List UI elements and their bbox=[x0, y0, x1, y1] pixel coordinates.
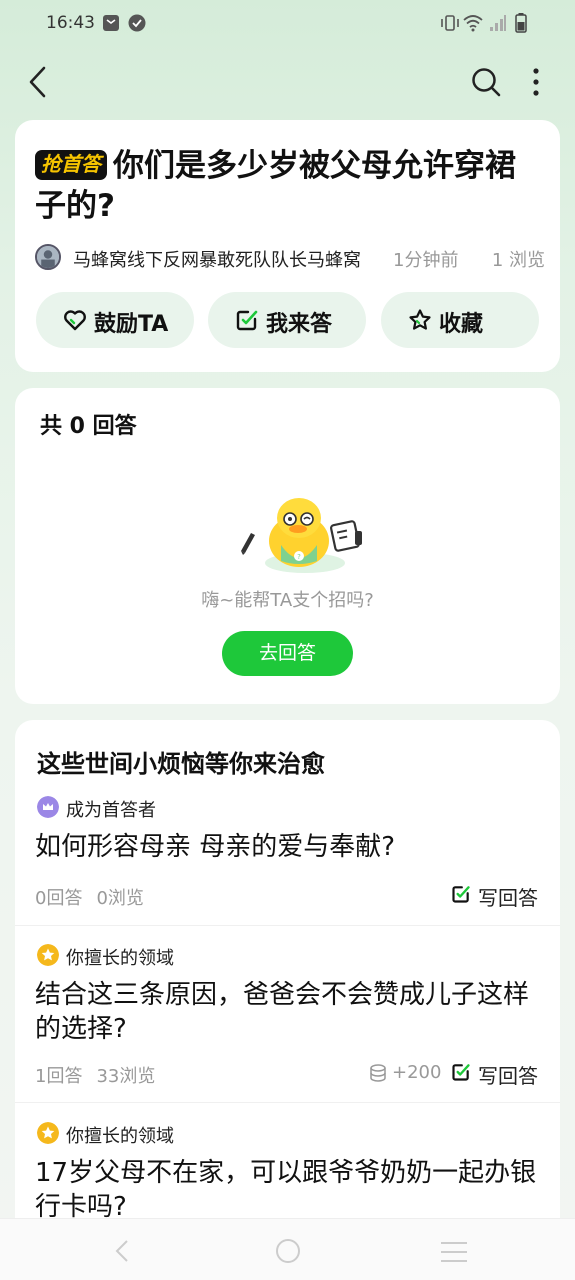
encourage-label: 鼓励TA bbox=[94, 312, 169, 337]
list-item[interactable]: 你擅长的领域 结合这三条原因，爸爸会不会赞成儿子这样的选择? 1回答 33浏览 +… bbox=[15, 944, 560, 1104]
vibrate-icon bbox=[441, 15, 459, 31]
system-menu-icon[interactable] bbox=[440, 1241, 468, 1263]
svg-text:?: ? bbox=[297, 553, 301, 561]
recommend-title: 这些世间小烦恼等你来治愈 bbox=[37, 750, 325, 778]
view-count: 1 浏览 bbox=[491, 250, 545, 271]
system-home-icon[interactable] bbox=[275, 1238, 301, 1264]
signal-icon bbox=[490, 15, 506, 31]
item-question[interactable]: 结合这三条原因，爸爸会不会赞成儿子这样的选择? bbox=[35, 978, 540, 1046]
first-answer-badge: 抢首答 bbox=[35, 150, 107, 180]
star-badge-icon bbox=[37, 1122, 59, 1144]
favorite-label: 收藏 bbox=[439, 312, 484, 337]
check-badge-icon bbox=[128, 14, 146, 32]
write-answer-button[interactable]: 写回答 bbox=[451, 882, 538, 910]
answer-count: 共 0 回答 bbox=[40, 414, 137, 439]
author-name[interactable]: 马蜂窝线下反网暴敢死队队长马蜂窝 bbox=[73, 246, 361, 272]
divider bbox=[15, 925, 560, 926]
notification-icon bbox=[103, 15, 119, 31]
item-stats: 1回答 33浏览 bbox=[35, 1066, 156, 1087]
answer-hint: 嗨~能帮TA支个招吗? bbox=[201, 590, 374, 611]
status-time: 16:43 bbox=[46, 13, 95, 33]
answer-label: 我来答 bbox=[266, 312, 333, 337]
heart-icon bbox=[64, 310, 86, 331]
wifi-icon bbox=[463, 15, 483, 32]
back-icon[interactable] bbox=[24, 64, 54, 100]
star-badge-icon bbox=[37, 944, 59, 966]
duck-mascot-icon: ? bbox=[241, 498, 362, 573]
go-answer-button[interactable]: 去回答 bbox=[222, 631, 353, 676]
top-nav bbox=[0, 56, 575, 112]
edit-icon bbox=[236, 310, 258, 331]
recommend-card: 这些世间小烦恼等你来治愈 成为首答者 如何形容母亲 母亲的爱与奉献? 0回答 0浏… bbox=[15, 720, 560, 1222]
item-question[interactable]: 如何形容母亲 母亲的爱与奉献? bbox=[35, 830, 540, 864]
list-item[interactable]: 你擅长的领域 17岁父母不在家，可以跟爷爷奶奶一起办银行卡吗? bbox=[15, 1122, 560, 1222]
status-bar: 16:43 bbox=[0, 0, 575, 46]
answers-card: 共 0 回答 ? 嗨~能帮TA支个招吗? 去回答 bbox=[15, 388, 560, 704]
battery-icon bbox=[515, 13, 527, 33]
time-ago: 1分钟前 bbox=[393, 250, 459, 271]
favorite-button[interactable]: 收藏 bbox=[381, 292, 539, 348]
question-title-text: 你们是多少岁被父母允许穿裙子的? bbox=[35, 148, 516, 224]
question-card: 抢首答 你们是多少岁被父母允许穿裙子的? 马蜂窝线下反网暴敢死队队长马蜂窝 1分钟… bbox=[15, 120, 560, 372]
list-item[interactable]: 成为首答者 如何形容母亲 母亲的爱与奉献? 0回答 0浏览 写回答 bbox=[15, 796, 560, 926]
write-answer-button[interactable]: 写回答 bbox=[451, 1060, 538, 1088]
crown-icon bbox=[37, 796, 59, 818]
coin-icon bbox=[370, 1064, 386, 1082]
edit-icon bbox=[452, 886, 470, 903]
item-stats: 0回答 0浏览 bbox=[35, 888, 144, 909]
item-question[interactable]: 17岁父母不在家，可以跟爷爷奶奶一起办银行卡吗? bbox=[35, 1156, 540, 1224]
system-nav-bar bbox=[0, 1218, 575, 1280]
more-icon[interactable] bbox=[524, 66, 548, 98]
search-icon[interactable] bbox=[470, 66, 502, 98]
question-meta: 马蜂窝线下反网暴敢死队队长马蜂窝 1分钟前 1 浏览 bbox=[35, 244, 545, 274]
divider bbox=[15, 1102, 560, 1103]
system-back-icon[interactable] bbox=[112, 1239, 132, 1263]
avatar[interactable] bbox=[35, 244, 61, 270]
answer-button[interactable]: 我来答 bbox=[208, 292, 366, 348]
star-icon bbox=[409, 309, 431, 330]
question-title: 抢首答 你们是多少岁被父母允许穿裙子的? bbox=[35, 146, 540, 226]
edit-icon bbox=[452, 1064, 470, 1081]
encourage-button[interactable]: 鼓励TA bbox=[36, 292, 194, 348]
